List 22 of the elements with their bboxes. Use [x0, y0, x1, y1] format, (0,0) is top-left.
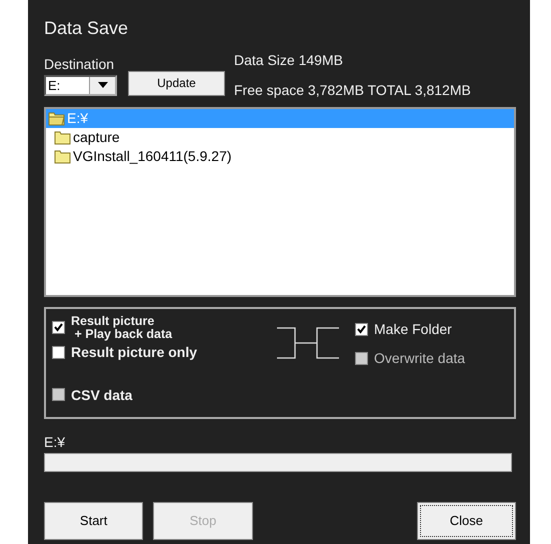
action-button[interactable]: Start	[44, 502, 144, 540]
free-space-text: Free space 3,782MB TOTAL 3,812MB	[234, 82, 471, 97]
drive-dropdown[interactable]: E:	[44, 74, 117, 96]
tree-item[interactable]: capture	[46, 128, 514, 147]
data-size-text: Data Size 149MB	[234, 52, 344, 67]
destination-label: Destination	[44, 56, 116, 71]
option-label: CSV data	[71, 388, 132, 402]
option-label: Result picture only	[71, 344, 198, 360]
folder-icon	[54, 148, 71, 164]
option-label: Make Folder	[374, 320, 452, 339]
option-label: Result picture + Play back data	[71, 314, 172, 341]
update-button[interactable]: Update	[128, 70, 225, 96]
dialog-title: Data Save	[44, 18, 130, 40]
tree-item[interactable]: VGInstall_160411(5.9.27)	[46, 146, 514, 166]
checkbox[interactable]	[52, 346, 65, 359]
option-label: Overwrite data	[374, 348, 466, 368]
dropdown-arrow-icon	[98, 82, 108, 88]
checkbox[interactable]	[52, 321, 65, 334]
action-button[interactable]: Close	[416, 502, 516, 540]
folder-icon	[48, 110, 65, 126]
progress-label: E:¥	[44, 434, 66, 449]
checkbox[interactable]	[355, 322, 368, 336]
